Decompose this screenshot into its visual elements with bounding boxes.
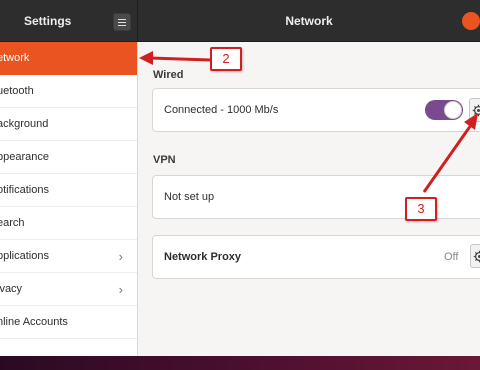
sidebar-item-network[interactable]: etwork bbox=[0, 42, 137, 75]
sidebar-item-appearance[interactable]: ppearance bbox=[0, 141, 137, 174]
sidebar-item-label: earch bbox=[0, 217, 25, 229]
proxy-settings-button[interactable] bbox=[470, 244, 480, 268]
desktop-background-strip bbox=[0, 356, 480, 370]
sidebar-item-label: otifications bbox=[0, 184, 49, 196]
hamburger-icon bbox=[118, 19, 126, 20]
sidebar-item-bluetooth[interactable]: uetooth bbox=[0, 75, 137, 108]
vpn-status: Not set up bbox=[164, 191, 215, 203]
gear-icon bbox=[472, 104, 480, 117]
hamburger-icon-line bbox=[118, 22, 126, 23]
wired-section-title: Wired bbox=[153, 69, 184, 81]
wired-toggle[interactable] bbox=[425, 100, 463, 120]
sidebar-item-notifications[interactable]: otifications bbox=[0, 174, 137, 207]
close-icon[interactable] bbox=[462, 12, 480, 30]
title-bar-left: Settings bbox=[0, 0, 138, 42]
sidebar-item-background[interactable]: ackground bbox=[0, 108, 137, 141]
sidebar-item-label: ivacy bbox=[0, 283, 23, 295]
wired-settings-button[interactable] bbox=[469, 98, 480, 122]
sidebar-item-search[interactable]: earch bbox=[0, 207, 137, 240]
menu-button[interactable] bbox=[113, 13, 131, 31]
app-title: Settings bbox=[24, 14, 72, 28]
annotation-callout-2: 2 bbox=[210, 47, 242, 71]
title-bar: Settings Network bbox=[0, 0, 480, 42]
sidebar: etwork uetooth ackground ppearance otifi… bbox=[0, 42, 138, 356]
sidebar-item-label: uetooth bbox=[0, 85, 34, 97]
sidebar-item-label: ppearance bbox=[0, 151, 49, 163]
page-title: Network bbox=[285, 14, 333, 28]
vpn-section-title: VPN bbox=[153, 154, 176, 166]
sidebar-item-online-accounts[interactable]: nline Accounts bbox=[0, 306, 137, 339]
chevron-right-icon: › bbox=[118, 282, 123, 297]
sidebar-item-label: etwork bbox=[0, 52, 30, 64]
wired-status: Connected - 1000 Mb/s bbox=[164, 104, 279, 116]
hamburger-icon-line bbox=[118, 25, 126, 26]
proxy-label: Network Proxy bbox=[164, 251, 242, 263]
chevron-right-icon: › bbox=[118, 249, 123, 264]
sidebar-item-label: ackground bbox=[0, 118, 49, 130]
sidebar-item-label: pplications bbox=[0, 250, 49, 262]
sidebar-item-privacy[interactable]: ivacy › bbox=[0, 273, 137, 306]
proxy-state: Off bbox=[444, 251, 459, 263]
annotation-callout-3: 3 bbox=[405, 197, 437, 221]
toggle-knob bbox=[444, 101, 462, 119]
gear-icon bbox=[473, 250, 480, 263]
sidebar-item-applications[interactable]: pplications › bbox=[0, 240, 137, 273]
sidebar-item-label: nline Accounts bbox=[0, 316, 68, 328]
proxy-card[interactable]: Network Proxy bbox=[152, 235, 480, 279]
